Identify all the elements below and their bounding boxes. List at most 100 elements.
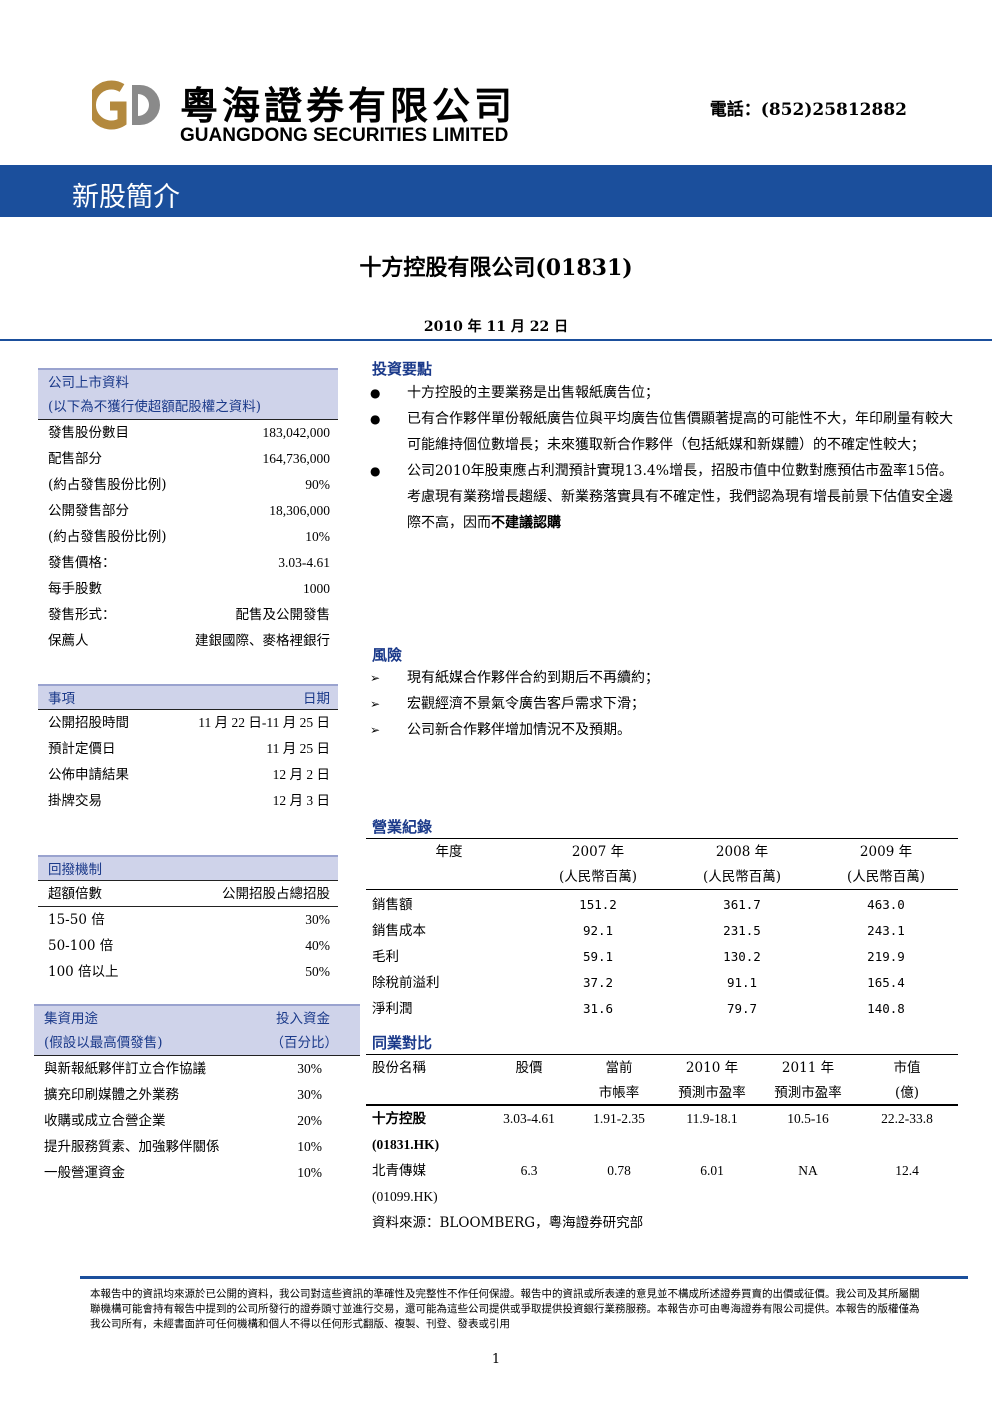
row-value: 建銀國際、麥格裡銀行	[195, 633, 330, 648]
page-number: 1	[491, 1352, 501, 1367]
table-header-cell: 2009 年	[859, 844, 913, 860]
table-header-cell: 市值	[893, 1060, 921, 1076]
listing-info-table: 公司上市資料 (以下為不獲行使超額配股權之資料) 發售股份數目 183,042,0…	[38, 368, 338, 654]
table-row: 除稅前溢利 37.2 91.1 165.4	[366, 970, 958, 996]
report-date: 2010 年 11 月 22 日	[423, 319, 569, 335]
table-cell: 140.8	[867, 1001, 905, 1016]
business-record-table: 年度 2007 年 2008 年 2009 年 (人民幣百萬) (人民幣百萬) …	[366, 838, 958, 1022]
table-cell: 59.1	[582, 949, 614, 964]
row-label: 50-100 倍	[48, 938, 114, 954]
company-logo-chinese: 粵海證券有限公司	[180, 84, 517, 128]
list-item-text: 宏觀經濟不景氣令廣告客戶需求下滑；	[407, 696, 645, 712]
stock-name: 十方控股	[372, 1111, 426, 1127]
table-header: 回撥機制	[38, 855, 338, 881]
table-header-cell: 股份名稱	[372, 1060, 426, 1076]
table-cell: 463.0	[867, 897, 905, 912]
row-label: 掛牌交易	[48, 793, 102, 809]
table-subheader-label: 超額倍數	[48, 886, 102, 902]
list-item: ● 已有合作夥伴單份報紙廣告位與平均廣告位售價顯著提高的可能性不大，年印刷量有較大…	[370, 406, 960, 458]
row-value: 12 月 2 日	[272, 767, 330, 782]
table-cell: 243.1	[867, 923, 905, 938]
table-header-cell: 預測市盈率	[774, 1085, 842, 1101]
table-header-label: (假設以最高價發售)	[44, 1035, 163, 1051]
table-cell: 6.3	[520, 1163, 538, 1178]
row-label: 提升服務質素、加強夥伴關係	[44, 1139, 220, 1155]
stock-code: (01099.HK)	[372, 1189, 438, 1204]
row-label: 收購或成立合營企業	[44, 1113, 166, 1129]
row-value: 20%	[297, 1113, 322, 1128]
row-label: 發售價格：	[48, 555, 116, 571]
table-row: 公開發售部分 18,306,000	[38, 498, 338, 524]
row-value: 164,736,000	[262, 451, 331, 466]
divider	[0, 339, 992, 341]
row-label: 公佈申請結果	[48, 767, 129, 783]
table-header-label: (以下為不獲行使超額配股權之資料)	[48, 399, 262, 415]
table-row: 公佈申請結果 12 月 2 日	[38, 762, 338, 788]
page-title: 十方控股有限公司(01831)	[359, 255, 633, 281]
list-item-text: 公司新合作夥伴增加情況不及預期。	[407, 722, 631, 738]
row-value: 30%	[305, 912, 330, 927]
table-row: 保薦人 建銀國際、麥格裡銀行	[38, 628, 338, 654]
stock-code: (01831.HK)	[372, 1137, 440, 1152]
table-header: 市帳率 預測市盈率 預測市盈率 (億)	[366, 1080, 958, 1106]
table-header: (假設以最高價發售) （百分比）	[34, 1030, 360, 1056]
use-of-funds-table: 集資用途 投入資金 (假設以最高價發售) （百分比） 與新報紙夥伴訂立合作協議 3…	[34, 1004, 360, 1186]
table-cell: NA	[798, 1163, 818, 1178]
table-header-cell: 2007 年	[571, 844, 625, 860]
table-cell: 361.7	[723, 897, 761, 912]
list-item: ● 公司2010年股東應占利潤預計實現13.4%增長，招股市值中位數對應預估市盈率…	[370, 458, 960, 536]
table-row: 配售部分 164,736,000	[38, 446, 338, 472]
table-header: 事項 日期	[38, 684, 338, 710]
table-row: 一般營運資金 10%	[34, 1160, 360, 1186]
table-header-cell: 預測市盈率	[678, 1085, 746, 1101]
row-value: 配售及公開發售	[235, 607, 331, 622]
clawback-table: 回撥機制 超額倍數 公開招股占總招股 15-50 倍 30% 50-100 倍 40%…	[38, 855, 338, 985]
table-row: (01831.HK)	[366, 1132, 958, 1158]
highlights-heading: 投資要點	[372, 360, 433, 378]
row-value: 10%	[297, 1139, 322, 1154]
table-row: 與新報紙夥伴訂立合作協議 30%	[34, 1056, 360, 1082]
peer-compare-table: 股份名稱 股價 當前 2010 年 2011 年 市值 市帳率 預測市盈率 預測…	[366, 1054, 958, 1236]
table-header-label: 投入資金	[276, 1011, 330, 1027]
table-header-cell	[366, 864, 526, 889]
table-cell: 10.5-16	[787, 1111, 829, 1126]
table-header-label: 集資用途	[44, 1011, 98, 1027]
row-label: (約占發售股份比例)	[48, 477, 167, 493]
table-header-label: 事項	[48, 691, 75, 707]
table-row: 50-100 倍 40%	[38, 933, 338, 959]
table-cell: 219.9	[867, 949, 905, 964]
table-row: 15-50 倍 30%	[38, 907, 338, 933]
row-label: 一般營運資金	[44, 1165, 125, 1181]
table-header-cell: (人民幣百萬)	[846, 869, 926, 885]
bullet-icon: ●	[370, 386, 381, 400]
table-header-label: （百分比）	[270, 1035, 339, 1051]
footer-divider	[80, 1276, 968, 1279]
table-subheader: 超額倍數 公開招股占總招股	[38, 881, 338, 907]
row-label: 與新報紙夥伴訂立合作協議	[44, 1061, 206, 1077]
row-value: 10%	[305, 529, 330, 544]
table-cell: 79.7	[726, 1001, 758, 1016]
table-row: 預計定價日 11 月 25 日	[38, 736, 338, 762]
row-label: 預計定價日	[48, 741, 116, 757]
table-header-cell: (億)	[894, 1085, 920, 1101]
row-value: 1000	[303, 581, 330, 596]
table-cell: 6.01	[700, 1163, 724, 1178]
row-value: 30%	[297, 1061, 322, 1076]
row-label: 配售部分	[48, 451, 102, 467]
row-label: 公開招股時間	[48, 715, 129, 731]
table-row: (約占發售股份比例) 10%	[38, 524, 338, 550]
list-item-text: 十方控股的主要業務是出售報紙廣告位；	[407, 385, 659, 401]
table-header-cell: 市帳率	[598, 1085, 640, 1101]
row-label: 公開發售部分	[48, 503, 129, 519]
table-header: (以下為不獲行使超額配股權之資料)	[38, 394, 338, 420]
bullet-icon: ●	[370, 464, 381, 478]
table-row: 十方控股 3.03-4.61 1.91-2.35 11.9-18.1 10.5-16 22…	[366, 1106, 958, 1132]
table-row: (約占發售股份比例) 90%	[38, 472, 338, 498]
row-value: 11 月 22 日-11 月 25 日	[198, 715, 330, 730]
bullet-icon: ●	[370, 412, 381, 426]
table-cell: 151.2	[579, 897, 617, 912]
arrow-bullet-icon: ➢	[370, 697, 381, 711]
source-note: 資料來源：BLOOMBERG，粵海證券研究部	[366, 1210, 958, 1236]
table-cell: 22.2-33.8	[881, 1111, 933, 1126]
table-header-cell: 2011 年	[781, 1060, 835, 1076]
